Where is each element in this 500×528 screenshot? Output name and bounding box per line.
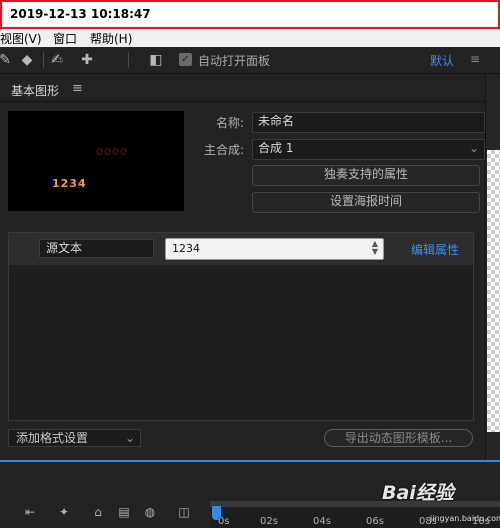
- autoopen-label: 自动打开面板: [198, 54, 271, 68]
- transparency-grid: [487, 150, 500, 432]
- watermark-url: jingyan.baidu.com: [430, 514, 500, 523]
- brush-icon[interactable]: ✎: [0, 51, 14, 69]
- chevron-down-icon: ⌄: [468, 141, 479, 155]
- name-field[interactable]: 未命名: [252, 112, 485, 133]
- comp-flowchart-icon[interactable]: ✦: [56, 504, 72, 520]
- set-poster-time-button[interactable]: 设置海报时间: [252, 192, 480, 213]
- panel-divider: [0, 101, 485, 102]
- comp-label: 主合成:: [203, 143, 244, 157]
- essential-graphics-panel: 基本图形 ≡ 0000 1234 名称: 未命名 主合成: 合成 1 ⌄ 独奏支…: [0, 74, 485, 460]
- panel-menu-icon[interactable]: ≡: [72, 81, 83, 96]
- preview-ghost-text: 0000: [96, 147, 128, 158]
- puppet-pin-icon[interactable]: ✚: [78, 51, 96, 69]
- tick-label: 02s: [260, 516, 278, 527]
- eraser-icon[interactable]: ◆: [18, 51, 36, 69]
- shy-icon[interactable]: ⌂: [90, 504, 106, 520]
- graph-editor-icon[interactable]: ◫: [176, 504, 192, 520]
- timestamp-bar: 2019-12-13 10:18:47: [0, 0, 500, 29]
- panel-title[interactable]: 基本图形: [11, 82, 59, 99]
- timestamp-text: 2019-12-13 10:18:47: [10, 7, 151, 21]
- solo-properties-button[interactable]: 独奏支持的属性: [252, 165, 480, 186]
- chevron-down-icon: ⌄: [124, 431, 135, 445]
- property-name-field[interactable]: 源文本: [39, 239, 154, 258]
- comp-select[interactable]: 合成 1 ⌄: [252, 139, 485, 160]
- edit-properties-link[interactable]: 编辑属性: [411, 241, 459, 258]
- tools-toolbar: ✎ ◆ ✍ ✚ ◧ ✓ 自动打开面板 默认 ≡: [0, 47, 500, 74]
- snap-icon[interactable]: ◧: [147, 51, 165, 69]
- spinner-icon[interactable]: ▲ ▼: [370, 240, 380, 258]
- comp-select-value: 合成 1: [258, 141, 294, 155]
- name-label: 名称:: [215, 116, 244, 130]
- panel-divider-active: [0, 460, 500, 468]
- export-template-button[interactable]: 导出动态图形模板...: [324, 429, 473, 447]
- playhead[interactable]: [212, 506, 221, 520]
- poster-preview: 0000 1234: [8, 111, 184, 211]
- add-formatting-label: 添加格式设置: [16, 431, 89, 445]
- toolbar-separator: [128, 52, 129, 68]
- menu-help[interactable]: 帮助(H): [90, 30, 132, 47]
- workspace-default[interactable]: 默认: [430, 52, 454, 69]
- tick-label: 04s: [313, 516, 331, 527]
- motion-blur-icon[interactable]: ◍: [142, 504, 158, 520]
- add-formatting-select[interactable]: 添加格式设置 ⌄: [8, 429, 141, 447]
- frame-blend-icon[interactable]: ▤: [116, 504, 132, 520]
- property-row[interactable]: 源文本 1234 ▲ ▼ 编辑属性: [9, 233, 473, 265]
- workspace-menu-icon[interactable]: ≡: [470, 52, 480, 66]
- menu-window[interactable]: 窗口: [53, 30, 77, 47]
- properties-area: 源文本 1234 ▲ ▼ 编辑属性: [8, 232, 474, 421]
- toolbar-separator: [43, 52, 44, 68]
- property-value-field[interactable]: 1234: [165, 238, 384, 260]
- watermark-brand: Bai经验: [382, 482, 454, 504]
- search-layers-icon[interactable]: ⇤: [22, 504, 38, 520]
- roto-brush-icon[interactable]: ✍: [48, 51, 66, 69]
- preview-number: 1234: [52, 177, 87, 190]
- menu-view[interactable]: 视图(V): [0, 30, 42, 47]
- tick-label: 06s: [366, 516, 384, 527]
- autoopen-checkbox[interactable]: ✓: [179, 53, 192, 66]
- menu-bar: 视图(V) 窗口 帮助(H): [0, 29, 500, 47]
